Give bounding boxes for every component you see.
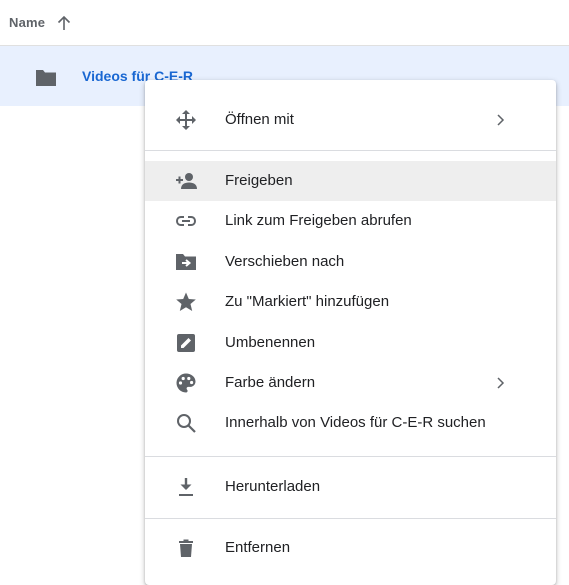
menu-item-label: Entfernen — [225, 539, 291, 556]
search-icon — [175, 412, 197, 434]
menu-item-remove[interactable]: Entfernen — [145, 528, 556, 568]
move-folder-icon — [175, 251, 197, 273]
menu-item-label: Link zum Freigeben abrufen — [225, 212, 412, 229]
download-icon — [175, 476, 197, 498]
menu-item-rename[interactable]: Umbenennen — [145, 323, 556, 363]
menu-item-share[interactable]: Freigeben — [145, 161, 556, 201]
arrow-up-icon[interactable] — [57, 15, 71, 31]
star-icon — [175, 291, 197, 313]
context-menu: Öffnen mit Freigeben Link zum Freigeben … — [145, 80, 556, 585]
menu-item-open-with[interactable]: Öffnen mit — [145, 100, 556, 140]
menu-item-label: Herunterladen — [225, 478, 321, 495]
chevron-right-icon — [495, 112, 507, 128]
menu-item-label: Farbe ändern — [225, 374, 316, 391]
drive-file-list: Name Videos für C-E-R Öffnen mit Freigeb… — [0, 0, 569, 585]
menu-item-label: Zu "Markiert" hinzufügen — [225, 293, 390, 310]
menu-item-label: Umbenennen — [225, 334, 316, 351]
menu-item-label: Innerhalb von Videos für C-E-R suchen — [225, 414, 486, 431]
menu-divider — [145, 150, 556, 151]
rename-icon — [175, 332, 197, 354]
menu-item-label: Öffnen mit — [225, 111, 294, 128]
menu-item-search-within[interactable]: Innerhalb von Videos für C-E-R suchen — [145, 403, 556, 443]
move-arrows-icon — [175, 109, 197, 131]
list-header: Name — [0, 0, 569, 46]
chevron-right-icon — [495, 375, 507, 391]
folder-icon — [34, 68, 58, 88]
add-person-icon — [175, 170, 197, 192]
menu-item-move-to[interactable]: Verschieben nach — [145, 242, 556, 282]
menu-item-get-link[interactable]: Link zum Freigeben abrufen — [145, 201, 556, 241]
name-column-header[interactable]: Name — [9, 15, 45, 30]
trash-icon — [175, 537, 197, 559]
menu-divider — [145, 456, 556, 457]
menu-divider — [145, 518, 556, 519]
link-icon — [175, 210, 197, 232]
menu-item-label: Freigeben — [225, 172, 293, 189]
menu-item-change-color[interactable]: Farbe ändern — [145, 363, 556, 403]
palette-icon — [175, 372, 197, 394]
menu-item-label: Verschieben nach — [225, 253, 345, 270]
menu-item-add-star[interactable]: Zu "Markiert" hinzufügen — [145, 282, 556, 322]
menu-item-download[interactable]: Herunterladen — [145, 467, 556, 507]
